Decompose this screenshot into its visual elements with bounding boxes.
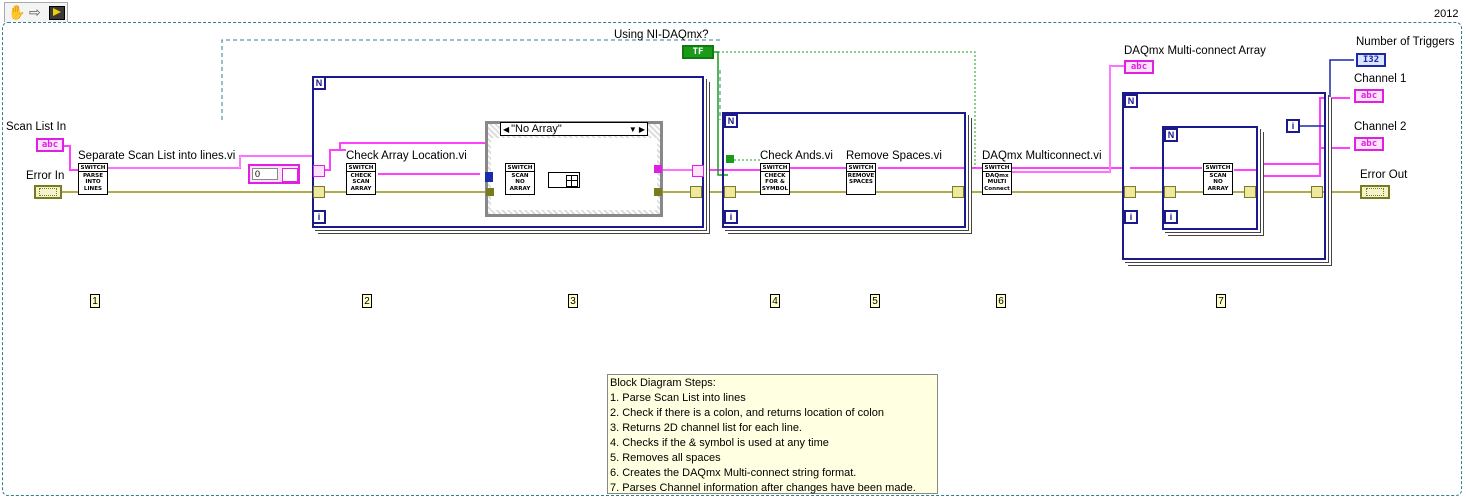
step-label-6: 6 xyxy=(996,294,1006,308)
loop-count-terminal: N xyxy=(724,114,738,128)
separate-vi-label: Separate Scan List into lines.vi xyxy=(78,150,236,162)
subvi-header: SWITCH xyxy=(347,165,375,173)
loop-iteration-terminal: i xyxy=(312,210,326,224)
array-element xyxy=(282,168,298,182)
subvi-body: PARSE INTO LINES xyxy=(82,173,104,192)
case-next-icon: ▶ xyxy=(638,124,645,134)
channel-2-label: Channel 2 xyxy=(1354,121,1407,133)
note-line: 6. Creates the DAQmx Multi-connect strin… xyxy=(610,467,857,479)
subvi-header: SWITCH xyxy=(983,165,1011,173)
note-line: 3. Returns 2D channel list for each line… xyxy=(610,422,802,434)
scan-no-array-subvi-2[interactable]: SWITCH SCAN NO ARRAY xyxy=(1203,163,1233,195)
error-in-terminal[interactable] xyxy=(34,185,62,199)
step-label-5: 5 xyxy=(870,294,880,308)
check-array-vi-label: Check Array Location.vi xyxy=(346,150,467,162)
daqmx-array-indicator[interactable]: abc xyxy=(1124,60,1154,74)
subvi-header: SWITCH xyxy=(1204,165,1232,173)
case-tunnel-error-in xyxy=(486,188,494,196)
shift-register-left xyxy=(313,186,325,198)
remove-spaces-vi-label: Remove Spaces.vi xyxy=(846,150,942,162)
chevron-down-icon: ▼ xyxy=(628,124,637,134)
subvi-body: CHECK FOR & SYMBOL xyxy=(761,173,789,192)
shift-register-string-left xyxy=(313,165,325,177)
check-for-and-symbol-subvi[interactable]: SWITCH CHECK FOR & SYMBOL xyxy=(760,163,790,195)
block-diagram-steps-note: Block Diagram Steps: 1. Parse Scan List … xyxy=(607,374,938,494)
daqmx-multiconnect-vi-label: DAQmx Multiconnect.vi xyxy=(982,150,1102,162)
note-line: 1. Parse Scan List into lines xyxy=(610,392,746,404)
shift-register-left xyxy=(1124,186,1136,198)
shift-register-right xyxy=(690,186,702,198)
subvi-body: DAQmx MULTI Connect xyxy=(984,173,1010,192)
build-array-node[interactable] xyxy=(548,172,580,188)
outer-loop-iteration-indicator: i xyxy=(1286,119,1300,133)
channel-1-label: Channel 1 xyxy=(1354,73,1407,85)
case-prev-icon: ◀ xyxy=(503,124,510,134)
loop-count-terminal: N xyxy=(1164,128,1178,142)
subvi-body: SCAN NO ARRAY xyxy=(1207,173,1229,192)
note-line: 4. Checks if the & symbol is used at any… xyxy=(610,437,829,449)
loop-count-terminal: N xyxy=(312,76,326,90)
scan-list-in-label: Scan List In xyxy=(6,121,67,133)
subvi-header: SWITCH xyxy=(79,165,107,173)
case-tunnel-error-out xyxy=(654,188,662,196)
note-line: 2. Check if there is a colon, and return… xyxy=(610,407,884,419)
step-label-2: 2 xyxy=(362,294,372,308)
check-scan-array-subvi[interactable]: SWITCH CHECK SCAN ARRAY xyxy=(346,163,376,195)
for-loop-4 xyxy=(722,112,966,228)
channel-2-indicator[interactable]: abc xyxy=(1354,137,1384,151)
case-selector-dropdown[interactable]: ◀ "No Array" ▼ ▶ xyxy=(500,122,648,136)
number-of-triggers-label: Number of Triggers xyxy=(1356,36,1455,48)
parse-into-lines-subvi[interactable]: SWITCH PARSE INTO LINES xyxy=(78,163,108,195)
case-tunnel-out xyxy=(654,165,662,173)
shift-register-left xyxy=(1164,186,1176,198)
case-selector-terminal xyxy=(485,172,493,182)
scan-no-array-subvi[interactable]: SWITCH SCAN NO ARRAY xyxy=(505,163,535,195)
channel-1-indicator[interactable]: abc xyxy=(1354,89,1384,103)
error-in-label: Error In xyxy=(26,170,65,182)
shift-register-right xyxy=(1244,186,1256,198)
loop-iteration-terminal: i xyxy=(1164,210,1178,224)
build-array-grid-icon xyxy=(566,175,578,187)
case-selector-value: "No Array" xyxy=(511,123,562,135)
subvi-body: CHECK SCAN ARRAY xyxy=(350,173,372,192)
shift-register-right xyxy=(952,186,964,198)
note-line: 7. Parses Channel information after chan… xyxy=(610,482,916,494)
loop-iteration-terminal: i xyxy=(1124,210,1138,224)
error-out-terminal[interactable] xyxy=(1360,185,1390,199)
step-label-3: 3 xyxy=(568,294,578,308)
subvi-body: SCAN NO ARRAY xyxy=(509,173,531,192)
index-display: 0 xyxy=(252,168,278,180)
note-line: 5. Removes all spaces xyxy=(610,452,721,464)
boolean-tunnel xyxy=(726,155,734,163)
shift-register-right xyxy=(1311,186,1323,198)
subvi-header: SWITCH xyxy=(506,165,534,173)
using-daqmx-constant[interactable]: TF xyxy=(682,45,714,59)
subvi-header: SWITCH xyxy=(761,165,789,173)
step-label-1: 1 xyxy=(90,294,100,308)
empty-array-constant[interactable]: 0 xyxy=(248,164,300,184)
subvi-body: REMOVE SPACES xyxy=(847,173,875,186)
error-cluster-icon xyxy=(1366,188,1384,196)
shift-register-left xyxy=(724,186,736,198)
daqmx-multi-connect-subvi[interactable]: SWITCH DAQmx MULTI Connect xyxy=(982,163,1012,195)
loop-iteration-terminal: i xyxy=(724,210,738,224)
using-daqmx-label: Using NI-DAQmx? xyxy=(614,29,709,41)
check-ands-vi-label: Check Ands.vi xyxy=(760,150,833,162)
error-out-label: Error Out xyxy=(1360,169,1408,181)
error-cluster-icon xyxy=(39,188,57,196)
scan-list-in-terminal[interactable]: abc xyxy=(36,138,64,152)
number-of-triggers-indicator[interactable]: I32 xyxy=(1356,53,1386,67)
step-label-7: 7 xyxy=(1216,294,1226,308)
step-label-4: 4 xyxy=(770,294,780,308)
note-title: Block Diagram Steps: xyxy=(610,377,716,389)
shift-register-string-right xyxy=(692,165,704,177)
subvi-header: SWITCH xyxy=(847,165,875,173)
loop-count-terminal: N xyxy=(1124,94,1138,108)
daqmx-array-label: DAQmx Multi-connect Array xyxy=(1124,45,1266,57)
remove-spaces-subvi[interactable]: SWITCH REMOVE SPACES xyxy=(846,163,876,195)
